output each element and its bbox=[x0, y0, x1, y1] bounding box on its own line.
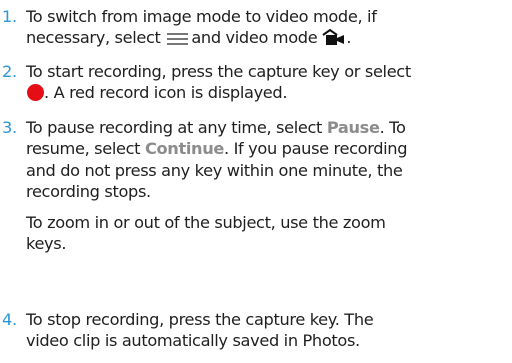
step-line: To pause recording at any time, select P… bbox=[26, 117, 510, 138]
step-number: 1. bbox=[2, 7, 17, 26]
step-line: recording stops. bbox=[26, 181, 151, 201]
text-run: . To bbox=[379, 118, 406, 137]
step-number: 4. bbox=[2, 310, 17, 329]
step-line: . A red record icon is displayed. bbox=[26, 82, 510, 103]
video-mode-icon bbox=[322, 29, 345, 46]
step-line: To start recording, press the capture ke… bbox=[26, 62, 411, 81]
note-line: To zoom in or out of the subject, use th… bbox=[26, 213, 386, 233]
pause-ui-label: Pause bbox=[326, 118, 380, 137]
step-number: 3. bbox=[2, 118, 17, 137]
step-text: To pause recording at any time, select P… bbox=[26, 117, 510, 255]
menu-icon bbox=[167, 33, 189, 46]
step-line: and do not press any key within one minu… bbox=[26, 160, 403, 180]
text-run: necessary, select bbox=[26, 28, 161, 48]
text-run: and video mode bbox=[191, 28, 318, 48]
instructions-document: 1. To switch from image mode to video mo… bbox=[0, 0, 512, 363]
step-line: To stop recording, press the capture key… bbox=[26, 310, 374, 329]
text-run: . A red record icon is displayed. bbox=[44, 83, 288, 103]
continue-ui-label: Continue bbox=[144, 139, 225, 159]
step-text: To start recording, press the capture ke… bbox=[26, 61, 510, 104]
text-run: To switch from image mode to video mode,… bbox=[26, 7, 377, 26]
record-icon bbox=[27, 84, 44, 102]
text-run: To pause recording at any time, select bbox=[26, 118, 323, 137]
text-run: . bbox=[346, 28, 352, 48]
text-run: resume, select bbox=[26, 139, 141, 159]
step-line: resume, select Continue. If you pause re… bbox=[26, 138, 510, 159]
note-line: keys. bbox=[26, 234, 67, 254]
text-run: . If you pause recording bbox=[224, 139, 408, 159]
step-text: To stop recording, press the capture key… bbox=[26, 309, 510, 352]
step-line: To switch from image mode to video mode,… bbox=[26, 6, 510, 27]
step-number: 2. bbox=[2, 62, 17, 81]
step-line: necessary, select and video mode . bbox=[26, 27, 510, 48]
step-text: To switch from image mode to video mode,… bbox=[26, 6, 510, 49]
step-line: video clip is automatically saved in Pho… bbox=[26, 331, 360, 351]
